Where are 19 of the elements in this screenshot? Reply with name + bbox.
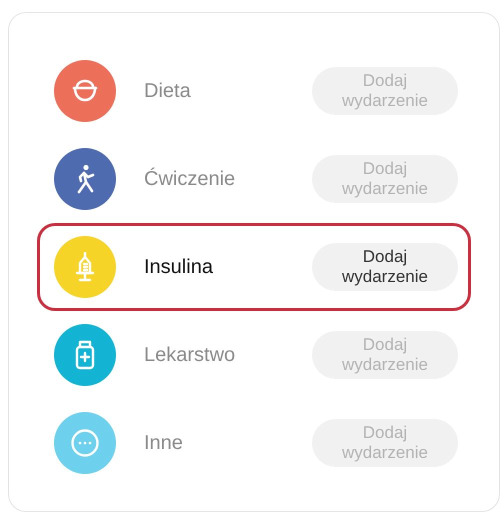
syringe-icon: [74, 252, 96, 282]
category-label: Insulina: [144, 256, 214, 278]
category-label: Dieta: [144, 80, 192, 102]
event-row[interactable]: Inne Dodaj wydarzenie: [37, 399, 471, 487]
category-label: Inne: [144, 432, 184, 454]
add-event-button[interactable]: Dodaj wydarzenie: [312, 419, 458, 467]
event-row[interactable]: Insulina Dodaj wydarzenie: [37, 223, 471, 311]
category-label: Lekarstwo: [144, 344, 236, 366]
add-event-button[interactable]: Dodaj wydarzenie: [312, 67, 458, 115]
add-event-button[interactable]: Dodaj wydarzenie: [312, 243, 458, 291]
category-label: Ćwiczenie: [144, 168, 236, 190]
medicine-bottle-icon: [74, 340, 96, 370]
more-icon: [70, 428, 100, 458]
add-event-button[interactable]: Dodaj wydarzenie: [312, 331, 458, 379]
event-row[interactable]: Lekarstwo Dodaj wydarzenie: [37, 311, 471, 399]
event-row[interactable]: Dieta Dodaj wydarzenie: [37, 47, 471, 135]
add-event-button[interactable]: Dodaj wydarzenie: [312, 155, 458, 203]
event-row[interactable]: Ćwiczenie Dodaj wydarzenie: [37, 135, 471, 223]
bowl-icon: [72, 79, 98, 103]
